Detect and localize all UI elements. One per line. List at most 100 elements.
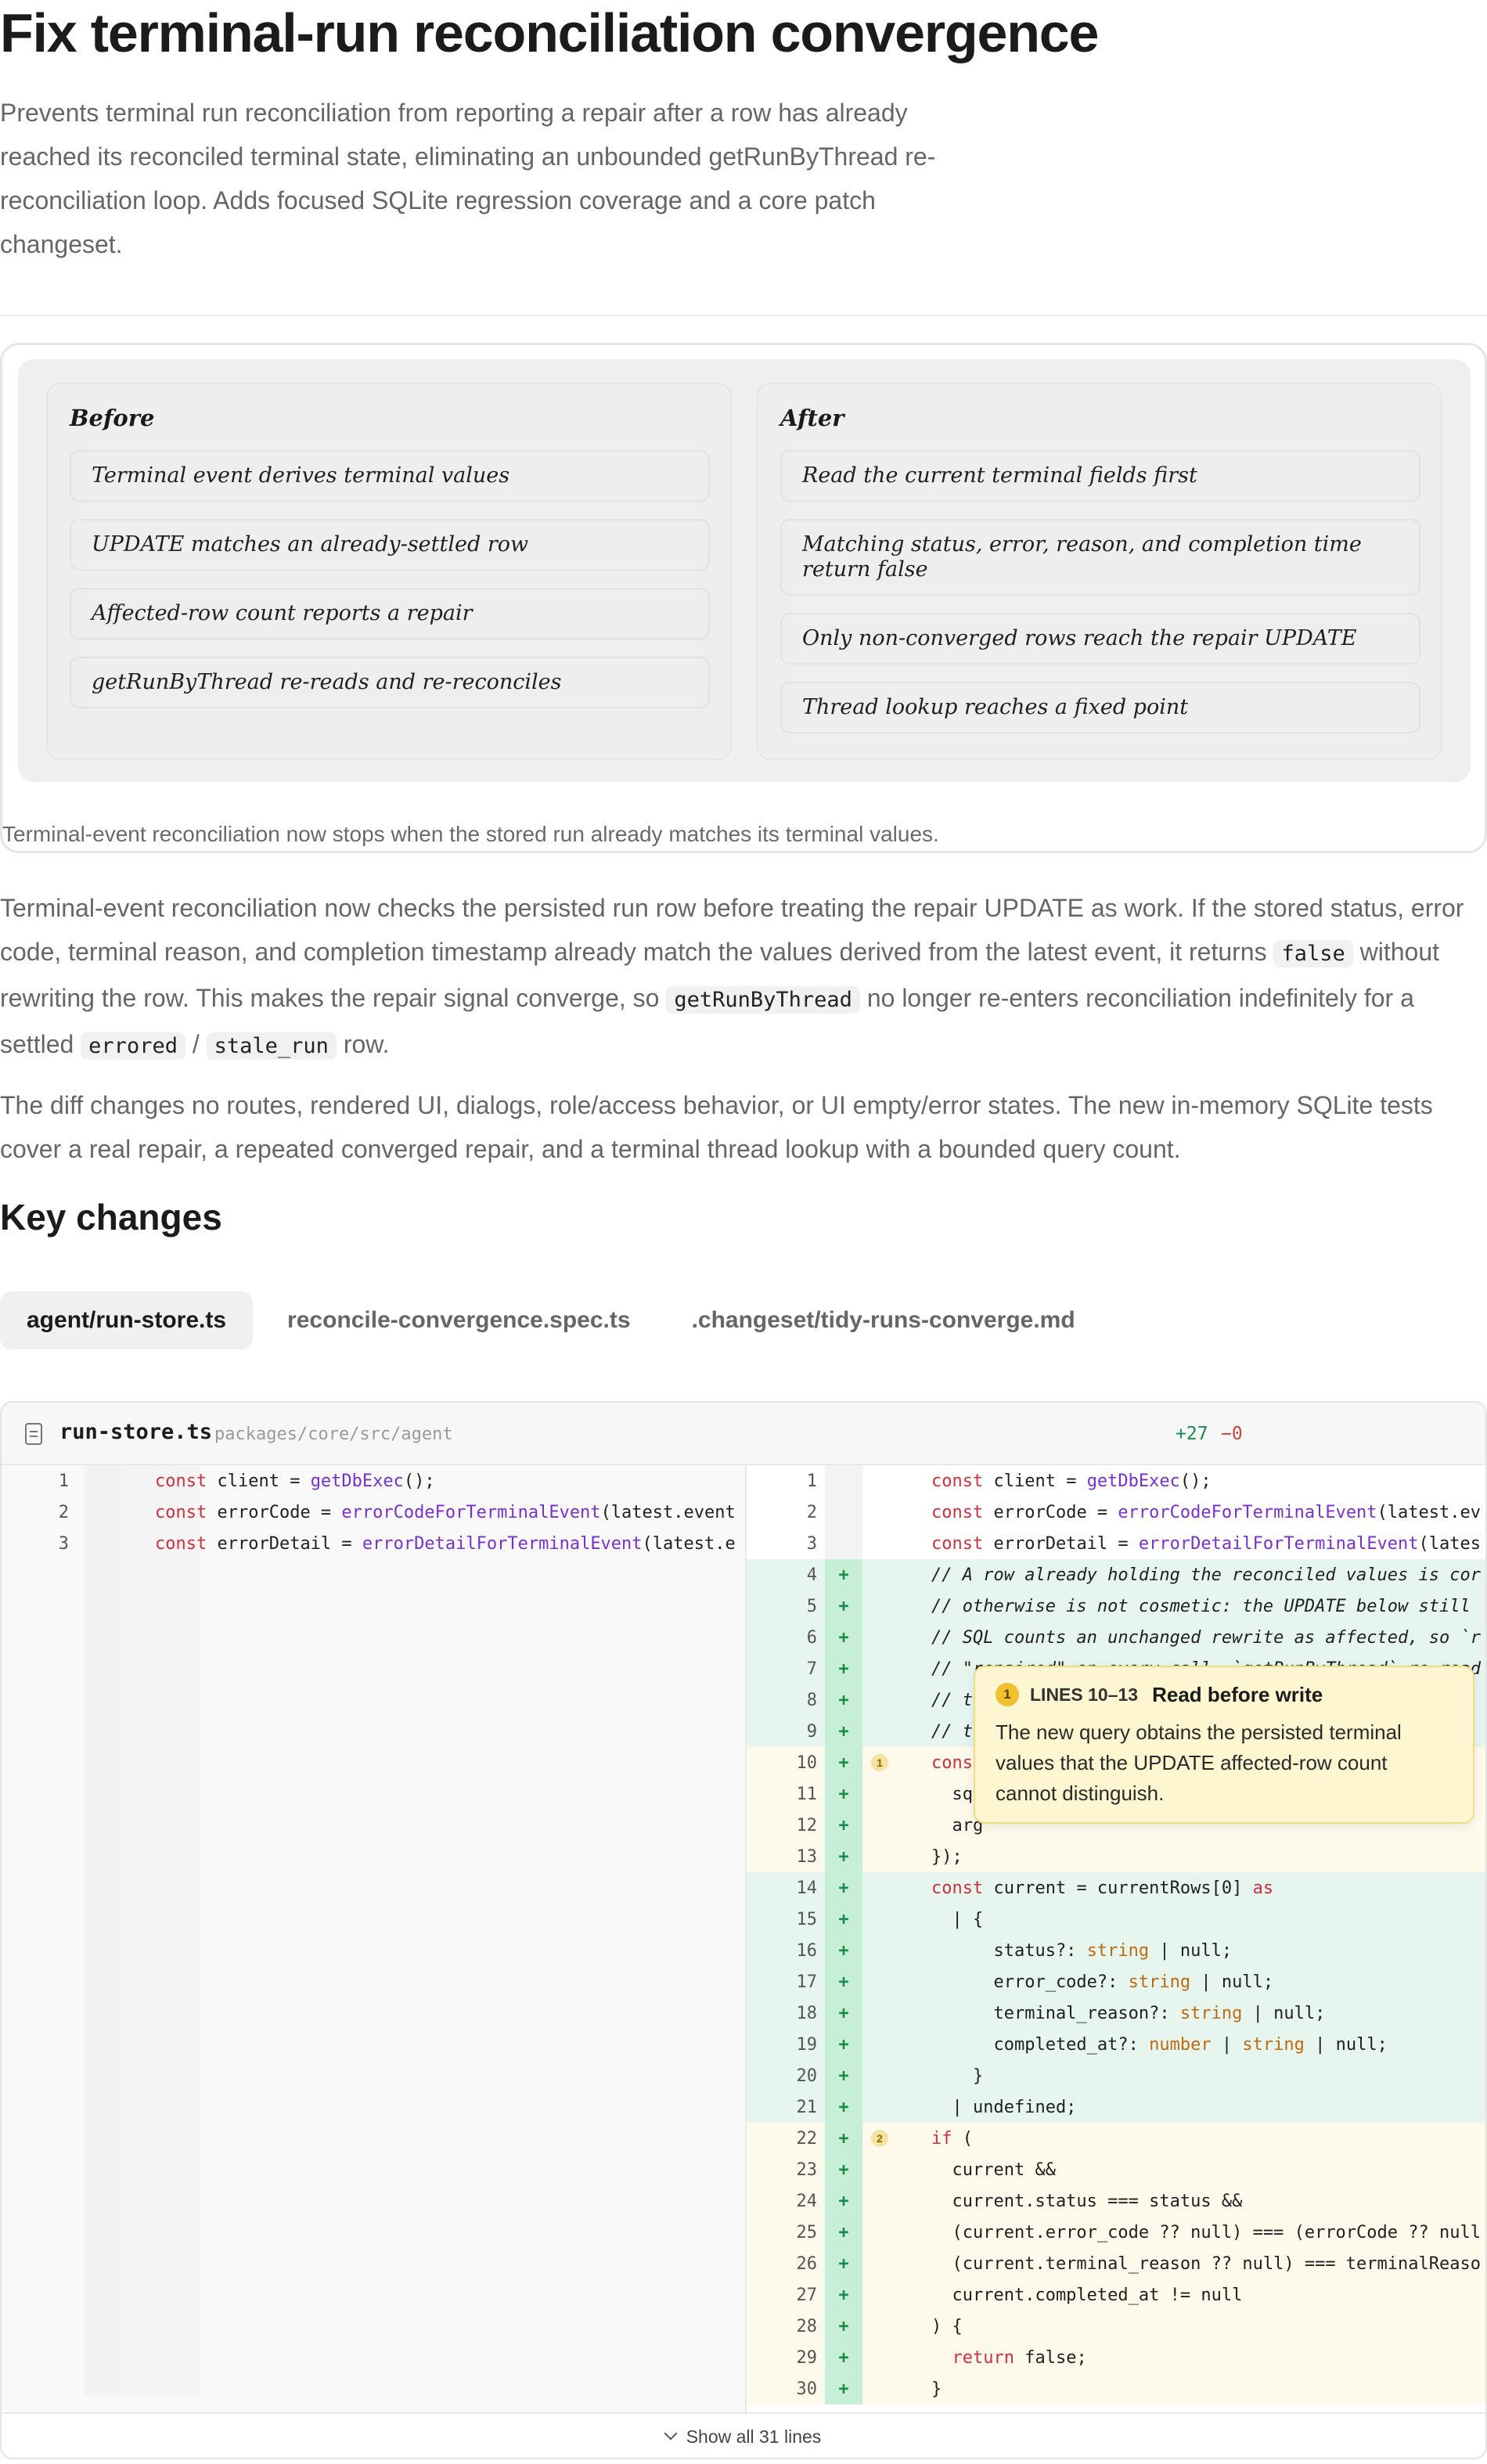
line-number: 28 (796, 2316, 818, 2336)
diff-line: 2 const errorCode = errorCodeForTerminalE… (2, 1497, 745, 1528)
figure-panel: Before Terminal event derives terminal v… (18, 359, 1471, 782)
body-paragraph: The diff changes no routes, rendered UI,… (0, 1091, 1433, 1163)
line-number: 2 (806, 1502, 817, 1522)
line-number: 12 (796, 1815, 818, 1835)
code-line: ) { (931, 2316, 963, 2336)
tab-reconcile-spec[interactable]: reconcile-convergence.spec.ts (261, 1291, 657, 1349)
code-line: // A row already holding the reconciled … (931, 1565, 1481, 1585)
code-line: // t (931, 1721, 973, 1742)
diff-line: 1 const client = getDbExec(); (747, 1465, 1485, 1497)
line-number: 6 (806, 1627, 817, 1648)
tooltip-line-range: LINES 10–13 (1030, 1684, 1139, 1705)
diff-line-added: 14 + const current = currentRows[0] as (747, 1872, 1485, 1904)
line-number: 16 (796, 1940, 818, 1961)
after-heading: After (780, 405, 844, 431)
diff-header: run-store.ts packages/core/src/agent +27… (2, 1403, 1485, 1465)
after-column: After Read the current terminal fields f… (757, 383, 1442, 760)
show-all-lines-button[interactable]: Show all 31 lines (2, 2412, 1485, 2458)
deletions-count: −0 (1221, 1424, 1243, 1444)
line-number: 3 (58, 1533, 69, 1554)
code-line: arg (931, 1815, 984, 1835)
tooltip-title: Read before write (1152, 1682, 1323, 1706)
line-number: 9 (806, 1721, 817, 1742)
diff-line-annotated: 30 +} (747, 2373, 1485, 2405)
diff-line: 1 const client = getDbExec(); (2, 1465, 745, 1497)
code-line: current && (931, 2160, 1056, 2180)
line-number: 22 (796, 2128, 818, 2149)
code-line: // SQL counts an unchanged rewrite as af… (931, 1627, 1481, 1648)
text: / (185, 1030, 207, 1058)
code-line: cons (931, 1753, 973, 1773)
before-after-figure: Before Terminal event derives terminal v… (0, 343, 1487, 853)
line-number: 24 (796, 2191, 818, 2211)
diff-line-added: 6 +// SQL counts an unchanged rewrite as … (747, 1622, 1485, 1653)
line-number: 15 (796, 1909, 818, 1929)
diff-line-annotated: 29 + return false; (747, 2342, 1485, 2373)
chevron-down-icon (664, 2426, 678, 2441)
diff-line: 2 const errorCode = errorCodeForTerminalE… (747, 1497, 1485, 1528)
line-number: 5 (806, 1596, 817, 1616)
line-number: 29 (796, 2347, 818, 2368)
code-line: const client = getDbExec(); (155, 1471, 435, 1491)
inline-code: getRunByThread (666, 986, 860, 1014)
page-title: Fix terminal-run reconciliation converge… (0, 2, 1099, 63)
diff-viewer: run-store.ts packages/core/src/agent +27… (0, 1401, 1487, 2459)
diff-line-added: 19 + completed_at?: number | string | nul… (747, 2029, 1485, 2060)
after-step: Matching status, error, reason, and comp… (780, 519, 1420, 596)
line-number: 11 (796, 1784, 818, 1804)
line-number: 3 (806, 1533, 817, 1554)
before-step: getRunByThread re-reads and re-reconcile… (70, 657, 710, 708)
inline-code: false (1273, 940, 1353, 967)
diff-line-annotated: 25 + (current.error_code ?? null) === (er… (747, 2217, 1485, 2248)
code-line: // t (931, 1690, 973, 1710)
page-subtitle: Prevents terminal run reconciliation fro… (0, 99, 936, 258)
line-number: 30 (796, 2379, 818, 2399)
code-line: terminal_reason?: string | null; (931, 2003, 1326, 2023)
code-line: status?: string | null; (931, 1940, 1233, 1961)
diff-line-annotated: 26 + (current.terminal_reason ?? null) ==… (747, 2248, 1485, 2279)
line-number: 25 (796, 2222, 818, 2242)
inline-code: errored (81, 1032, 185, 1060)
line-number: 21 (796, 2097, 818, 2117)
line-number: 10 (796, 1753, 818, 1773)
empty-region (122, 1465, 200, 2395)
annotation-marker[interactable]: 1 (871, 1754, 888, 1771)
diff-line-annotated: 22 +2 if ( (747, 2123, 1485, 2154)
line-number: 1 (806, 1471, 817, 1491)
diff-line-added: 5 +// otherwise is not cosmetic: the UPDA… (747, 1590, 1485, 1622)
code-line: } (931, 2379, 942, 2399)
diff-line-added: 16 + status?: string | null; (747, 1935, 1485, 1966)
before-step: Affected-row count reports a repair (70, 588, 710, 639)
line-number: 26 (796, 2253, 818, 2274)
code-line: completed_at?: number | string | null; (931, 2034, 1388, 2055)
code-line: sq (931, 1784, 973, 1804)
before-step: Terminal event derives terminal values (70, 450, 710, 502)
code-line: | { (931, 1909, 984, 1929)
diff-line-annotated: 13 +}); (747, 1841, 1485, 1872)
tab-run-store[interactable]: agent/run-store.ts (0, 1291, 254, 1349)
body-paragraph: Terminal-event reconciliation now checks… (0, 886, 1471, 1068)
file-name: run-store.ts (59, 1420, 213, 1444)
diff-left-pane: 1 const client = getDbExec(); 2 const erro… (2, 1465, 745, 2412)
diff-line-annotated: 23 + current && (747, 2154, 1485, 2185)
line-number: 17 (796, 1972, 818, 1992)
code-line: const current = currentRows[0] as (931, 1878, 1274, 1898)
divider (0, 315, 1487, 316)
code-line: error_code?: string | null; (931, 1972, 1274, 1992)
line-number: 20 (796, 2066, 818, 2086)
diff-line-added: 15 + | { (747, 1904, 1485, 1935)
diff-line-added: 17 + error_code?: string | null; (747, 1966, 1485, 1997)
code-line: (current.terminal_reason ?? null) === te… (931, 2253, 1481, 2274)
code-line: current.completed_at != null (931, 2285, 1243, 2305)
after-step: Read the current terminal fields first (780, 450, 1420, 502)
diff-line-annotated: 28 +) { (747, 2311, 1485, 2342)
diff-right-pane: 1 const client = getDbExec(); 2 const erro… (745, 1465, 1485, 2412)
diff-line-added: 18 + terminal_reason?: string | null; (747, 1997, 1485, 2029)
line-number: 13 (796, 1846, 818, 1867)
code-line: } (931, 2066, 984, 2086)
line-number: 18 (796, 2003, 818, 2023)
annotation-marker[interactable]: 2 (871, 2130, 888, 2147)
tooltip-header: 1 LINES 10–13 Read before write (996, 1681, 1453, 1708)
tab-changeset[interactable]: .changeset/tidy-runs-converge.md (665, 1291, 1102, 1349)
line-number: 4 (806, 1565, 817, 1585)
